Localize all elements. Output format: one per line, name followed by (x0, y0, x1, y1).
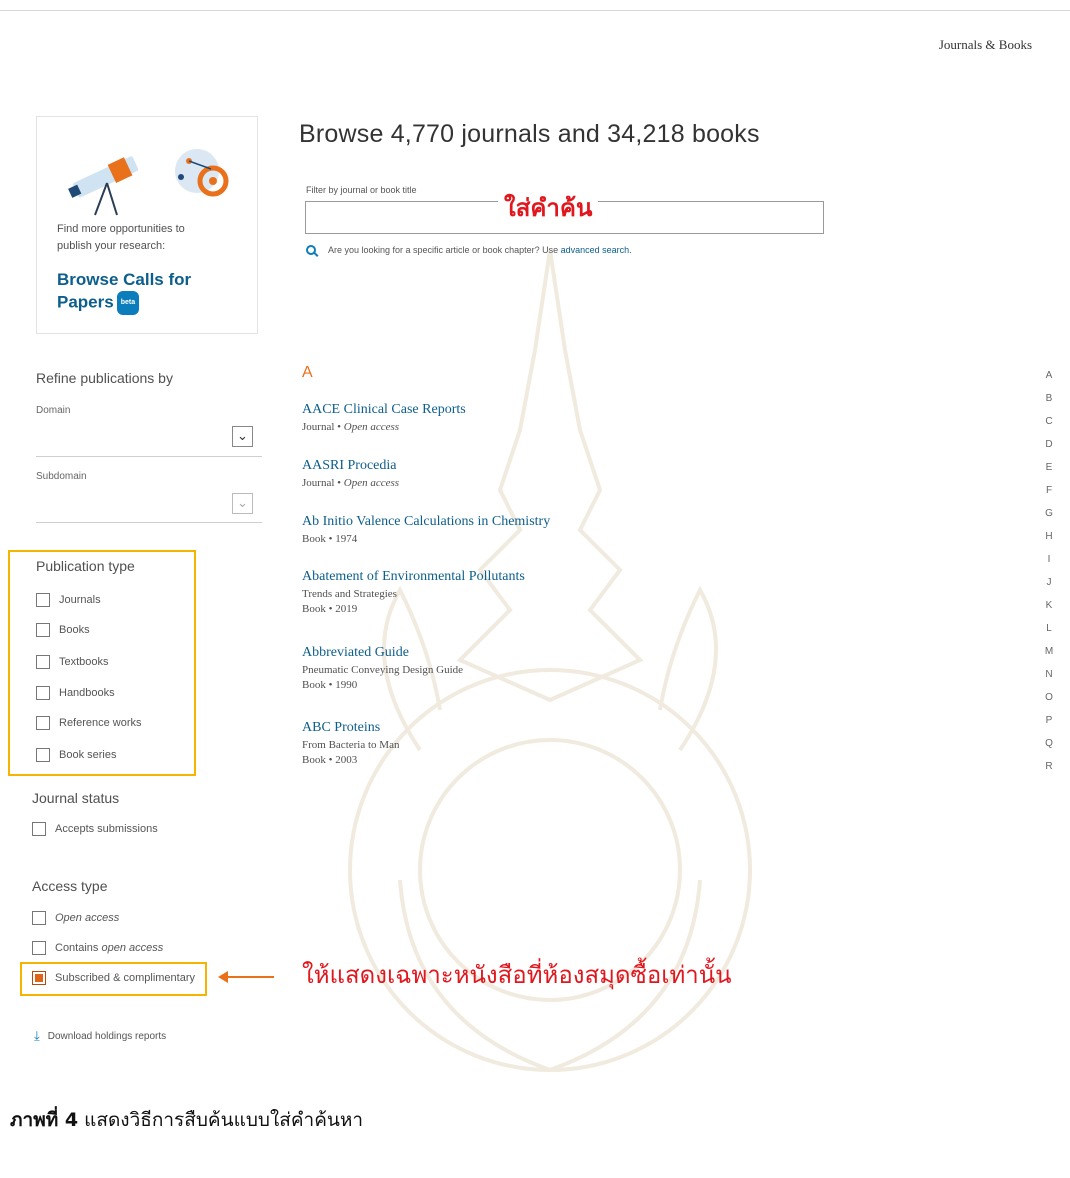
checkbox-box[interactable] (36, 716, 50, 730)
checkbox-box[interactable] (36, 655, 50, 669)
publication-meta: Journal • Open access (302, 421, 400, 433)
reference-works-checkbox[interactable]: Reference works (36, 716, 142, 730)
alphabet-letter[interactable]: E (1042, 456, 1056, 479)
list-item: AACE Clinical Case Reports Journal • Ope… (302, 402, 466, 433)
checkbox-box-checked[interactable] (32, 971, 46, 985)
list-item: AASRI Procedia Journal • Open access (302, 458, 399, 489)
list-item: Ab Initio Valence Calculations in Chemis… (302, 514, 550, 545)
alphabet-letter[interactable]: B (1042, 387, 1056, 410)
book-series-checkbox[interactable]: Book series (36, 748, 116, 762)
publication-subtitle: From Bacteria to Man (302, 739, 400, 751)
domain-underline (36, 456, 262, 457)
promo-text: Find more opportunities to publish your … (57, 223, 185, 252)
list-item: ABC Proteins From Bacteria to Man Book •… (302, 720, 399, 777)
publication-meta: Book • 1974 (302, 533, 358, 545)
alphabet-letter[interactable]: G (1042, 502, 1056, 525)
journals-checkbox[interactable]: Journals (36, 593, 101, 607)
publication-title-link[interactable]: AASRI Procedia (302, 458, 399, 474)
alphabet-letter[interactable]: I (1042, 548, 1056, 571)
section-letter: A (302, 364, 313, 381)
figure-caption: ภาพที่ 4 แสดงวิธีการสืบค้นแบบใส่คำค้นหา (10, 1109, 364, 1131)
alphabet-letter[interactable]: P (1042, 709, 1056, 732)
subdomain-label: Subdomain (36, 471, 87, 482)
access-type-title: Access type (32, 878, 108, 894)
publication-title-link[interactable]: AACE Clinical Case Reports (302, 402, 466, 418)
alphabet-letter[interactable]: L (1042, 617, 1056, 640)
publication-meta: Journal • Open access (302, 477, 400, 489)
domain-dropdown[interactable]: ⌄ (232, 426, 253, 447)
publication-meta: Book • 1990 (302, 679, 358, 691)
publication-title-link[interactable]: Abbreviated Guide (302, 645, 463, 661)
checkbox-box[interactable] (36, 686, 50, 700)
subscribed-annotation: ให้แสดงเฉพาะหนังสือที่ห้องสมุดซื้อเท่านั… (302, 961, 732, 989)
publication-meta: Book • 2019 (302, 603, 358, 615)
domain-label: Domain (36, 405, 71, 416)
search-annotation: ใส่คำค้น (498, 188, 599, 227)
publication-title-link[interactable]: ABC Proteins (302, 720, 399, 736)
chevron-down-icon: ⌄ (237, 428, 248, 443)
checkbox-box[interactable] (36, 623, 50, 637)
alphabet-letter[interactable]: J (1042, 571, 1056, 594)
books-checkbox[interactable]: Books (36, 623, 90, 637)
handbooks-checkbox[interactable]: Handbooks (36, 686, 115, 700)
alphabet-letter[interactable]: F (1042, 479, 1056, 502)
open-access-checkbox[interactable]: Open access (32, 911, 119, 925)
checkbox-box[interactable] (32, 941, 46, 955)
advanced-search-link[interactable]: advanced search. (561, 245, 632, 255)
refine-title: Refine publications by (36, 370, 173, 386)
top-divider (0, 10, 1070, 11)
beta-badge: beta (116, 291, 140, 315)
filter-label: Filter by journal or book title (306, 185, 417, 195)
subdomain-dropdown[interactable]: ⌄ (232, 493, 253, 514)
checkbox-box[interactable] (36, 748, 50, 762)
alphabet-letter[interactable]: O (1042, 686, 1056, 709)
search-icon (306, 245, 316, 255)
list-item: Abbreviated Guide Pneumatic Conveying De… (302, 645, 463, 691)
publication-title-link[interactable]: Ab Initio Valence Calculations in Chemis… (302, 514, 550, 530)
alphabet-letter[interactable]: H (1042, 525, 1056, 548)
subdomain-underline (36, 522, 262, 523)
publication-type-title: Publication type (36, 558, 135, 574)
download-icon: ⤓ (34, 1028, 40, 1043)
publication-subtitle: Pneumatic Conveying Design Guide (302, 664, 464, 676)
page-title: Browse 4,770 journals and 34,218 books (299, 120, 760, 148)
accepts-submissions-checkbox[interactable]: Accepts submissions (32, 822, 158, 836)
advanced-search-hint: Are you looking for a specific article o… (306, 245, 632, 255)
checkbox-box[interactable] (36, 593, 50, 607)
checkbox-box[interactable] (32, 822, 46, 836)
publication-subtitle: Trends and Strategies (302, 588, 397, 600)
subscribed-checkbox[interactable]: Subscribed & complimentary (32, 971, 195, 985)
alphabet-letter[interactable]: D (1042, 433, 1056, 456)
alphabet-letter[interactable]: K (1042, 594, 1056, 617)
call-for-papers-card: Find more opportunities to publish your … (36, 116, 258, 334)
chevron-down-icon: ⌄ (237, 495, 248, 510)
alphabet-letter[interactable]: A (1042, 364, 1056, 387)
arrow-line (226, 976, 274, 978)
alphabet-letter[interactable]: M (1042, 640, 1056, 663)
alphabet-letter[interactable]: R (1042, 755, 1056, 778)
contains-open-access-checkbox[interactable]: Contains open access (32, 941, 163, 955)
journals-books-link[interactable]: Journals & Books (939, 37, 1032, 53)
list-item: Abatement of Environmental Pollutants Tr… (302, 569, 525, 615)
telescope-icon (68, 149, 229, 216)
download-holdings-link[interactable]: ⤓ Download holdings reports (34, 1028, 166, 1044)
checkbox-box[interactable] (32, 911, 46, 925)
publication-title-link[interactable]: Abatement of Environmental Pollutants (302, 569, 525, 585)
publication-meta: Book • 2003 (302, 754, 358, 766)
browse-calls-link[interactable]: Browse Calls for Papers beta (57, 269, 191, 315)
alphabet-letter[interactable]: Q (1042, 732, 1056, 755)
alphabet-index: ABCDEFGHIJKLMNOPQR (1042, 364, 1056, 778)
alphabet-letter[interactable]: C (1042, 410, 1056, 433)
textbooks-checkbox[interactable]: Textbooks (36, 655, 109, 669)
alphabet-letter[interactable]: N (1042, 663, 1056, 686)
journal-status-title: Journal status (32, 790, 120, 806)
